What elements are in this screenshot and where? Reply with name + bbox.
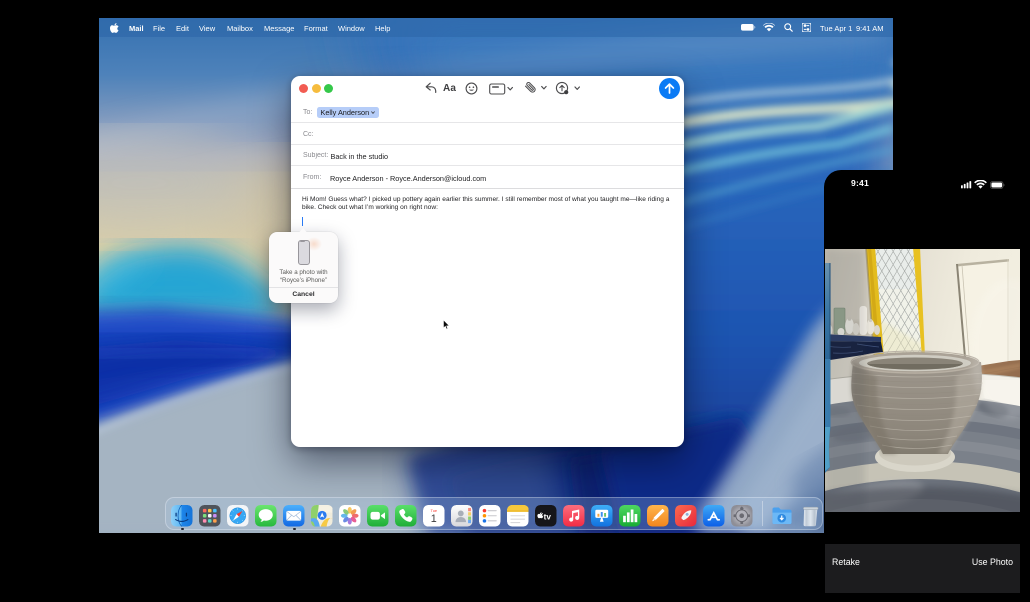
- svg-text:tv: tv: [544, 512, 552, 521]
- svg-text:Tue: Tue: [431, 508, 438, 513]
- svg-text:1: 1: [431, 513, 437, 525]
